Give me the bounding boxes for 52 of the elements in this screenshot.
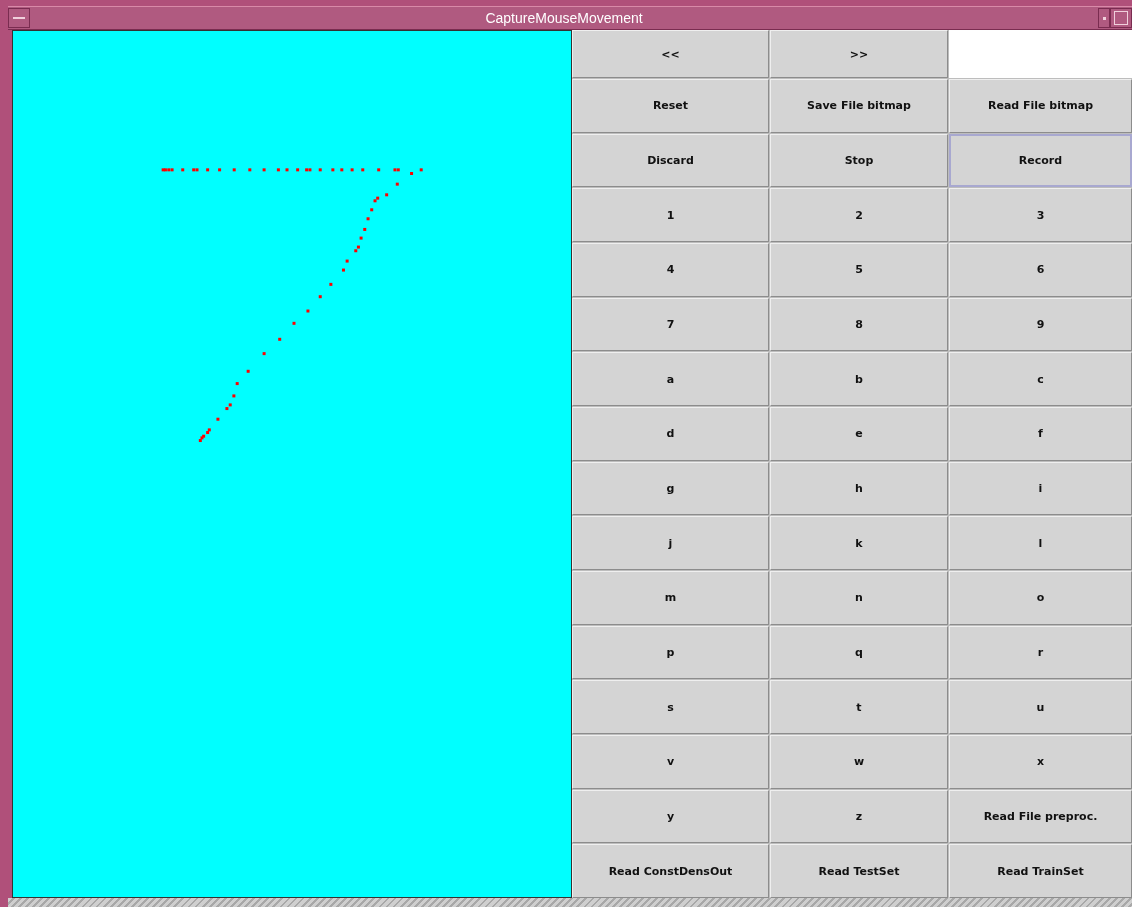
action-button[interactable]: w (770, 735, 948, 789)
action-button[interactable]: j (572, 516, 769, 570)
maximize-button[interactable] (1110, 8, 1132, 28)
action-button[interactable]: 3 (949, 188, 1132, 242)
action-button[interactable]: 5 (770, 243, 948, 297)
text-field[interactable] (949, 30, 1132, 78)
action-button[interactable]: n (770, 571, 948, 625)
action-button[interactable]: 4 (572, 243, 769, 297)
action-button[interactable]: 8 (770, 297, 948, 352)
action-button[interactable]: l (949, 516, 1132, 570)
nav-button[interactable]: << (572, 30, 769, 78)
action-button[interactable]: h (770, 461, 948, 516)
action-button[interactable]: 1 (572, 188, 769, 242)
action-button[interactable]: v (572, 735, 769, 789)
action-button[interactable]: Read TestSet (770, 844, 948, 898)
action-button[interactable]: Read TrainSet (949, 844, 1132, 898)
action-button[interactable]: x (949, 735, 1132, 789)
action-button[interactable]: o (949, 571, 1132, 625)
nav-button[interactable]: >> (770, 30, 948, 78)
action-button[interactable]: f (949, 407, 1132, 461)
action-button[interactable]: t (770, 680, 948, 734)
action-button[interactable]: d (572, 407, 769, 461)
action-button[interactable]: 9 (949, 297, 1132, 352)
action-button[interactable]: i (949, 461, 1132, 516)
action-button[interactable]: e (770, 407, 948, 461)
action-button[interactable]: q (770, 625, 948, 680)
action-button[interactable]: Read ConstDensOut (572, 844, 769, 898)
action-button[interactable]: z (770, 789, 948, 844)
action-button[interactable]: k (770, 516, 948, 570)
action-button[interactable]: b (770, 352, 948, 406)
action-button[interactable]: Save File bitmap (770, 79, 948, 133)
action-button[interactable]: Read File preproc. (949, 789, 1132, 844)
action-button[interactable]: Reset (572, 79, 769, 133)
action-button[interactable]: c (949, 352, 1132, 406)
action-button[interactable]: g (572, 461, 769, 516)
action-button[interactable]: r (949, 625, 1132, 680)
window-title: CaptureMouseMovement (484, 10, 644, 26)
action-button[interactable]: Record (949, 133, 1132, 188)
action-button[interactable]: Discard (572, 133, 769, 188)
minimize-button[interactable] (1098, 8, 1110, 28)
action-button[interactable]: 6 (949, 243, 1132, 297)
action-button[interactable]: Read File bitmap (949, 79, 1132, 133)
action-button[interactable]: a (572, 352, 769, 406)
action-button[interactable]: 7 (572, 297, 769, 352)
action-button[interactable]: p (572, 625, 769, 680)
window-menu-button[interactable] (8, 8, 30, 28)
action-button[interactable]: Stop (770, 133, 948, 188)
action-button[interactable]: s (572, 680, 769, 734)
action-button[interactable]: 2 (770, 188, 948, 242)
action-button[interactable]: u (949, 680, 1132, 734)
action-button[interactable]: m (572, 571, 769, 625)
action-button[interactable]: y (572, 789, 769, 844)
